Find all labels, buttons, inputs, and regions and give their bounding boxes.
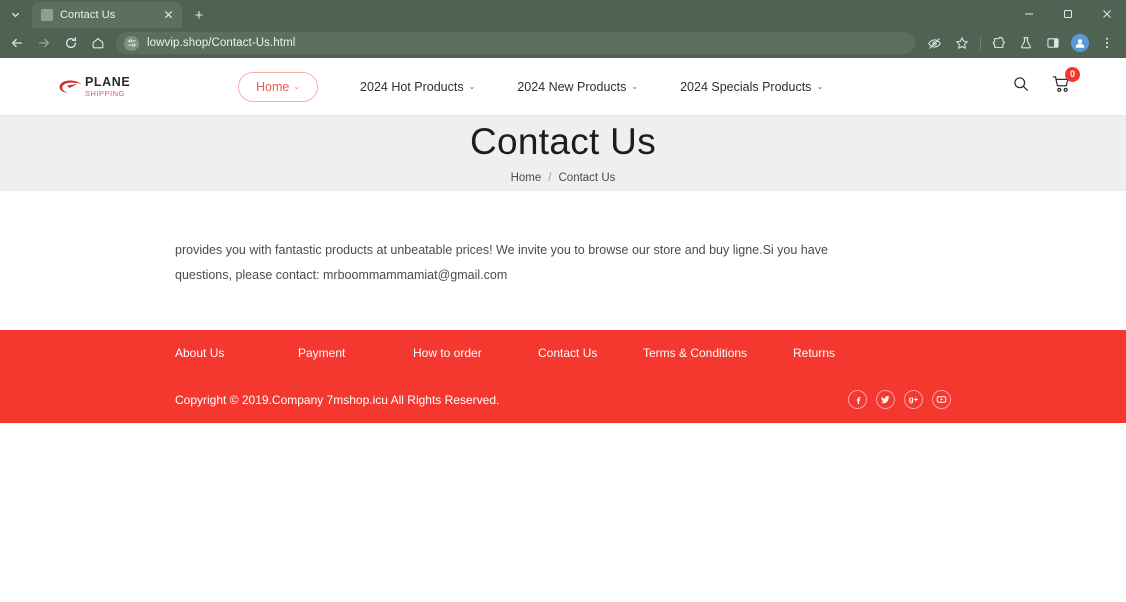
toolbar-divider [980, 35, 981, 51]
footer-link-how-to-order[interactable]: How to order [413, 346, 538, 360]
tab-search-icon[interactable] [2, 1, 28, 27]
profile-avatar-icon[interactable] [1067, 30, 1093, 56]
address-bar[interactable]: lowvip.shop/Contact-Us.html [116, 32, 915, 54]
browser-tab[interactable]: Contact Us ✕ [32, 2, 182, 28]
youtube-icon[interactable] [932, 390, 951, 409]
chevron-down-icon: ⌄ [631, 82, 639, 91]
browser-chrome: Contact Us ✕ + lowvip.shop/Contact-Us.ht… [0, 0, 1126, 58]
back-icon[interactable] [4, 30, 30, 56]
nav-label: 2024 Specials Products [680, 79, 812, 94]
toolbar-right [986, 30, 1120, 56]
window-close-button[interactable] [1087, 0, 1126, 28]
footer-link-about-us[interactable]: About Us [175, 346, 298, 360]
logo-text: PLANE SHIPPING [85, 76, 130, 97]
chevron-down-icon: ⌄ [816, 82, 824, 91]
tab-favicon [41, 9, 53, 21]
reload-icon[interactable] [58, 30, 84, 56]
footer-bottom: Copyright © 2019.Company 7mshop.icu All … [175, 376, 951, 423]
url-text: lowvip.shop/Contact-Us.html [147, 37, 296, 49]
facebook-icon[interactable] [848, 390, 867, 409]
footer-link-returns[interactable]: Returns [793, 346, 835, 360]
omnibox-actions [921, 30, 975, 56]
chevron-down-icon: ⌄ [468, 82, 476, 91]
nav-label: Home [256, 79, 290, 94]
plane-swoosh-icon [58, 77, 84, 97]
header-actions: 0 [1012, 66, 1080, 99]
side-panel-icon[interactable] [1040, 30, 1066, 56]
new-tab-button[interactable]: + [187, 3, 211, 27]
breadcrumb-separator: / [548, 171, 552, 184]
breadcrumb-home-link[interactable]: Home [511, 172, 542, 184]
page-hero: Contact Us Home / Contact Us [0, 115, 1126, 191]
star-icon[interactable] [949, 30, 975, 56]
page-title: Contact Us [469, 121, 656, 163]
page-content: provides you with fantastic products at … [0, 191, 900, 288]
forward-icon[interactable] [31, 30, 57, 56]
tab-strip: Contact Us ✕ + [0, 0, 1126, 28]
google-plus-glyph: g+ [908, 395, 919, 404]
eye-off-icon[interactable] [921, 30, 947, 56]
site-header: PLANE SHIPPING Home ⌄ 2024 Hot Products … [0, 58, 1126, 115]
labs-flask-icon[interactable] [1013, 30, 1039, 56]
breadcrumb-current: Contact Us [558, 171, 616, 184]
nav-label: 2024 Hot Products [360, 79, 464, 94]
logo-primary-text: PLANE [85, 75, 131, 89]
chevron-down-icon: ⌄ [293, 82, 301, 91]
cart-button[interactable]: 0 [1052, 66, 1080, 99]
web-page: PLANE SHIPPING Home ⌄ 2024 Hot Products … [0, 58, 1126, 602]
footer-link-terms-conditions[interactable]: Terms & Conditions [643, 346, 793, 360]
search-icon[interactable] [1012, 75, 1030, 98]
extensions-icon[interactable] [986, 30, 1012, 56]
avatar [1071, 34, 1089, 52]
nav-item-home[interactable]: Home ⌄ [238, 71, 319, 102]
twitter-icon[interactable] [876, 390, 895, 409]
footer-link-contact-us[interactable]: Contact Us [538, 346, 643, 360]
site-logo[interactable]: PLANE SHIPPING [58, 76, 208, 97]
close-icon[interactable]: ✕ [161, 8, 176, 23]
footer-link-payment[interactable]: Payment [298, 346, 413, 360]
maximize-button[interactable] [1048, 0, 1087, 28]
window-controls [1009, 0, 1126, 28]
copyright-text: Copyright © 2019.Company 7mshop.icu All … [175, 392, 500, 407]
minimize-button[interactable] [1009, 0, 1048, 28]
cart-count-badge: 0 [1065, 66, 1080, 82]
browser-toolbar: lowvip.shop/Contact-Us.html [0, 28, 1126, 58]
site-footer: About Us Payment How to order Contact Us… [0, 330, 1126, 423]
breadcrumb: Home / Contact Us [511, 172, 616, 184]
google-plus-icon[interactable]: g+ [904, 390, 923, 409]
tune-icon[interactable] [124, 35, 139, 51]
tab-title: Contact Us [60, 9, 116, 21]
nav-item-specials-products[interactable]: 2024 Specials Products ⌄ [680, 80, 823, 94]
home-icon[interactable] [85, 30, 111, 56]
nav-item-new-products[interactable]: 2024 New Products ⌄ [517, 80, 638, 94]
social-links: g+ [848, 390, 951, 409]
nav-item-hot-products[interactable]: 2024 Hot Products ⌄ [360, 80, 475, 94]
nav-label: 2024 New Products [517, 79, 627, 94]
contact-paragraph: provides you with fantastic products at … [175, 243, 828, 282]
more-menu-icon[interactable] [1094, 30, 1120, 56]
main-navigation: Home ⌄ 2024 Hot Products ⌄ 2024 New Prod… [238, 71, 1012, 102]
logo-secondary-text: SHIPPING [85, 88, 125, 98]
footer-links: About Us Payment How to order Contact Us… [175, 330, 951, 376]
